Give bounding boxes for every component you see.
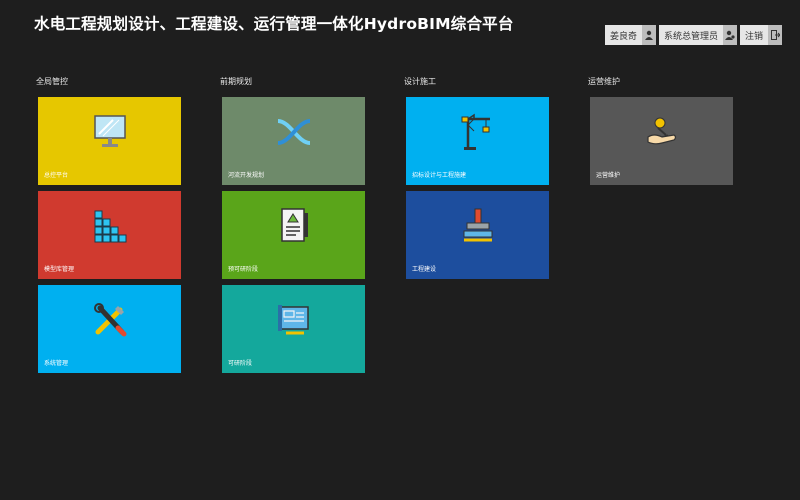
tile-operation-maintenance[interactable]: 运营维护 <box>590 97 733 185</box>
user-button[interactable]: 姜良奇 <box>604 25 656 45</box>
tile-river-planning[interactable]: 河流开发规划 <box>222 97 365 185</box>
logout-button[interactable]: 注销 <box>739 25 782 45</box>
tile-pre-feasibility[interactable]: 预可研阶段 <box>222 191 365 279</box>
tile-label: 可研阶段 <box>228 360 253 367</box>
tile-label: 运营维护 <box>596 172 621 179</box>
blocks-icon <box>90 206 130 246</box>
section-title-planning: 前期规划 <box>220 77 252 86</box>
tile-label: 模型库管理 <box>44 266 75 273</box>
page-title: 水电工程规划设计、工程建设、运行管理一体化HydroBIM综合平台 <box>34 15 514 33</box>
role-name: 系统总管理员 <box>658 25 723 45</box>
tile-feasibility[interactable]: 可研阶段 <box>222 285 365 373</box>
tile-control-platform[interactable]: 总控平台 <box>38 97 181 185</box>
tile-label: 河流开发规划 <box>228 172 265 179</box>
section-title-global-control: 全局管控 <box>36 77 68 86</box>
logout-icon <box>768 25 782 45</box>
user-name: 姜良奇 <box>604 25 642 45</box>
user-icon <box>641 25 656 45</box>
admin-icon <box>722 25 737 45</box>
logout-label: 注销 <box>739 25 768 45</box>
tile-bidding-design[interactable]: 招标设计与工程施建 <box>406 97 549 185</box>
monitor-icon <box>90 112 130 152</box>
tile-label: 预可研阶段 <box>228 266 259 273</box>
role-button[interactable]: 系统总管理员 <box>658 25 737 45</box>
document-icon <box>274 206 314 246</box>
tile-engineering-construction[interactable]: 工程建设 <box>406 191 549 279</box>
stamp-icon <box>458 206 498 246</box>
section-title-operation: 运营维护 <box>588 77 620 86</box>
tile-label: 招标设计与工程施建 <box>412 172 467 179</box>
tools-icon <box>90 300 130 340</box>
river-icon <box>274 112 314 152</box>
blueprint-icon <box>274 300 314 340</box>
section-title-design-construction: 设计施工 <box>404 77 436 86</box>
hand-coin-icon <box>642 112 682 152</box>
tile-label: 系统管理 <box>44 360 69 367</box>
tile-model-library[interactable]: 模型库管理 <box>38 191 181 279</box>
tile-label: 工程建设 <box>412 266 437 273</box>
crane-icon <box>458 112 498 152</box>
tile-label: 总控平台 <box>44 172 69 179</box>
tile-system-management[interactable]: 系统管理 <box>38 285 181 373</box>
top-toolbar: 姜良奇 系统总管理员 注销 <box>604 25 782 45</box>
